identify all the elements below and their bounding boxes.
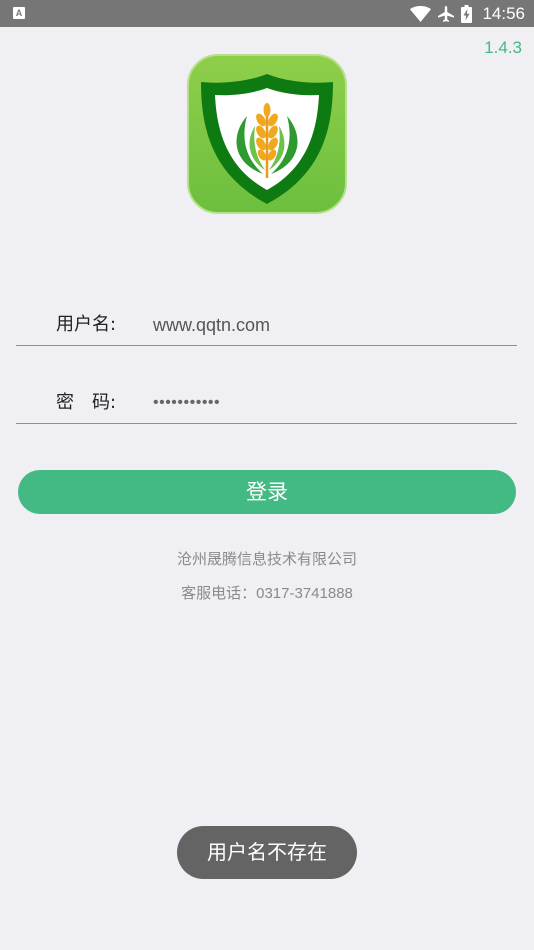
- phone-label: 客服电话：: [181, 584, 257, 602]
- battery-charging-icon: [461, 4, 473, 23]
- airplane-mode-icon: [437, 5, 455, 23]
- a-notification-icon: A: [13, 7, 25, 19]
- username-field[interactable]: 用户名: www.qqtn.com: [16, 305, 517, 346]
- app-version: 1.4.3: [484, 38, 522, 57]
- password-input[interactable]: •••••••••••: [153, 383, 220, 423]
- status-time: 14:56: [482, 3, 525, 23]
- password-label: 密 码:: [56, 392, 117, 413]
- login-button[interactable]: 登录: [18, 470, 516, 514]
- username-input[interactable]: www.qqtn.com: [153, 305, 270, 345]
- username-label: 用户名:: [56, 314, 117, 335]
- service-phone: 客服电话：0317-3741888: [0, 582, 534, 603]
- password-field[interactable]: 密 码: •••••••••••: [16, 383, 517, 424]
- status-bar: A 14:56: [0, 0, 534, 27]
- wifi-icon: [410, 5, 432, 22]
- company-name: 沧州晟腾信息技术有限公司: [176, 550, 357, 568]
- app-logo: [187, 54, 347, 214]
- toast-message: 用户名不存在: [177, 826, 357, 879]
- phone-number: 0317-3741888: [256, 585, 353, 602]
